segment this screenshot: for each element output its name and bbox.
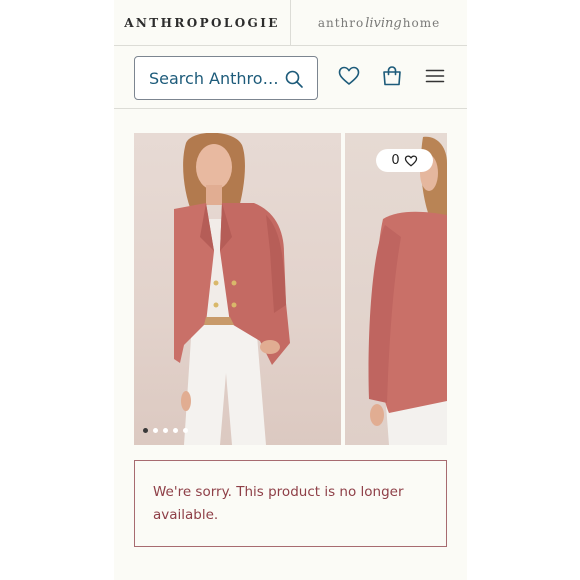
carousel-dot[interactable] [143,428,148,433]
product-image-front[interactable] [134,133,341,445]
search-input[interactable]: Search Anthro… [134,56,318,100]
carousel-dots[interactable] [143,428,188,433]
brand-name: ANTHROPOLOGIE [124,16,280,30]
carousel-dot[interactable] [163,428,168,433]
product-unavailable-notice: We're sorry. This product is no longer a… [134,460,447,547]
carousel-dot[interactable] [183,428,188,433]
favorite-button[interactable]: 0 [376,149,433,172]
menu-icon[interactable] [423,64,447,88]
sub-brand-right: home [402,16,441,30]
notice-message: We're sorry. This product is no longer a… [153,484,404,523]
model-side-illustration [368,136,447,445]
product-image-side[interactable]: 0 [345,133,447,445]
product-gallery[interactable]: 0 [134,133,447,445]
model-front-illustration [174,133,290,445]
anthropologie-logo[interactable]: ANTHROPOLOGIE [114,0,290,46]
sub-brand-middle: living [365,15,402,31]
favorite-count: 0 [391,153,400,168]
carousel-dot[interactable] [153,428,158,433]
anthro-living-home-logo[interactable]: anthro living home [291,0,467,46]
search-icon[interactable] [284,69,304,89]
heart-icon [404,155,417,167]
carousel-dot[interactable] [173,428,178,433]
mobile-page: ANTHROPOLOGIE anthro living home Search … [114,0,467,580]
shopping-bag-icon[interactable] [380,64,404,88]
search-placeholder: Search Anthro… [149,68,279,88]
brand-header: ANTHROPOLOGIE anthro living home [114,0,467,46]
sub-brand-left: anthro [317,16,365,30]
search-row: Search Anthro… [114,46,467,109]
heart-icon[interactable] [337,64,361,88]
